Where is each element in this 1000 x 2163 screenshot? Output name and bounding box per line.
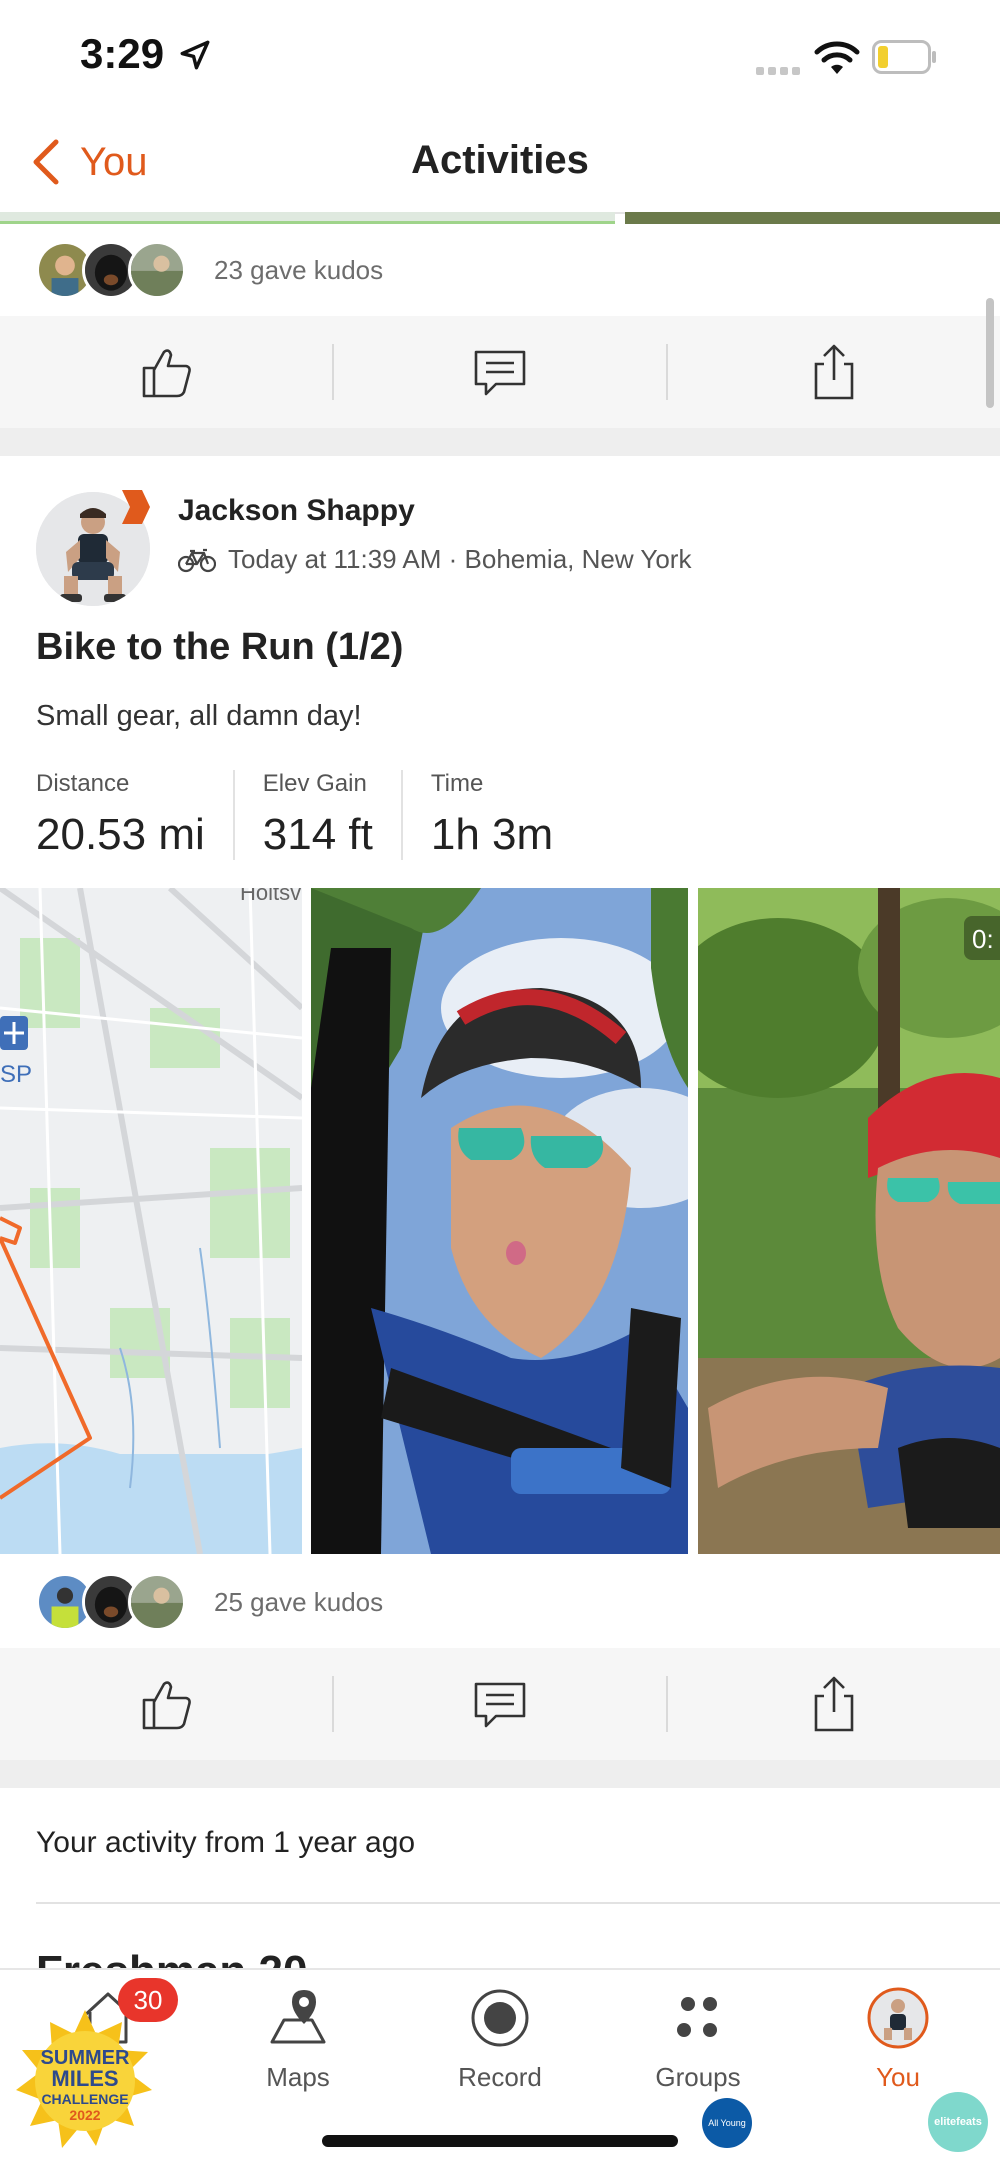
tab-groups[interactable]: Groups: [618, 1986, 778, 2093]
share-button[interactable]: [668, 1648, 1000, 1760]
home-indicator[interactable]: [322, 2135, 678, 2147]
divider: [36, 1902, 1000, 1904]
share-button[interactable]: [668, 316, 1000, 428]
tab-maps[interactable]: Maps: [218, 1986, 378, 2093]
avatar: [128, 241, 186, 299]
elitefeats-logo: elitefeats: [928, 2092, 988, 2152]
comment-icon: [474, 350, 526, 396]
comment-icon: [474, 1682, 526, 1728]
activity-photo-1[interactable]: [311, 888, 688, 1554]
stat-label: Time: [430, 770, 484, 797]
thumbs-up-icon: [142, 349, 191, 398]
subscriber-badge-icon: [122, 490, 150, 524]
media-carousel[interactable]: SP Holtsv 0:: [0, 888, 1000, 1554]
sponsor-logo: All Young Foods: [702, 2098, 752, 2148]
activity-title[interactable]: Bike to the Run (1/2): [36, 626, 403, 669]
status-bar: 3:29: [0, 0, 1000, 110]
notification-badge: 30: [118, 1978, 178, 2022]
cellular-signal-icon: [756, 62, 804, 80]
tab-label: Groups: [655, 2062, 741, 2092]
kudos-avatars: [36, 241, 186, 299]
memory-activity-title[interactable]: Freshman 20: [36, 1950, 307, 1970]
scrollbar[interactable]: [986, 298, 994, 408]
stat-label: Elev Gain: [262, 770, 367, 797]
wifi-icon: [814, 41, 860, 74]
page-title: Activities: [411, 138, 589, 182]
stat-elev-gain: Elev Gain 314 ft: [263, 770, 403, 860]
stat-value: 1h 3m: [430, 810, 554, 859]
challenge-badge[interactable]: SUMMER MILES CHALLENGE 2022: [10, 2006, 160, 2156]
kudos-avatars: [36, 1573, 186, 1631]
stat-distance: Distance 20.53 mi: [36, 770, 235, 860]
location-arrow-icon: [180, 40, 210, 70]
kudos-count: 25 gave kudos: [214, 1586, 384, 1617]
feed-separator: [0, 1760, 1000, 1788]
kudos-button[interactable]: [0, 1648, 332, 1760]
activity-meta: Today at 11:39 AM · Bohemia, New York: [178, 544, 691, 575]
tab-label: Maps: [266, 2062, 330, 2092]
activity-time-location: Today at 11:39 AM · Bohemia, New York: [228, 544, 692, 574]
tab-bar: SUMMER MILES CHALLENGE 2022 30 Maps Reco…: [0, 1968, 1000, 2163]
svg-text:MILES: MILES: [51, 2066, 118, 2091]
route-map[interactable]: SP Holtsv: [0, 888, 302, 1554]
feed-separator: [0, 428, 1000, 456]
previous-action-bar: [0, 316, 1000, 428]
share-icon: [814, 344, 854, 400]
comment-button[interactable]: [334, 1648, 666, 1760]
record-icon: [471, 1989, 529, 2047]
previous-kudos-row[interactable]: 23 gave kudos: [36, 240, 383, 300]
svg-text:CHALLENGE: CHALLENGE: [41, 2091, 128, 2107]
activity-video[interactable]: 0:: [698, 888, 1000, 1554]
tab-label: Record: [458, 2062, 542, 2092]
profile-avatar: [867, 1987, 929, 2049]
memory-heading[interactable]: Your activity from 1 year ago: [36, 1826, 415, 1860]
tab-record[interactable]: Record: [420, 1986, 580, 2093]
activity-description: Small gear, all damn day!: [36, 700, 362, 732]
thumbs-up-icon: [142, 1681, 191, 1730]
battery-icon: [872, 40, 936, 74]
stat-label: Distance: [36, 770, 130, 797]
comment-button[interactable]: [334, 316, 666, 428]
avatar: [128, 1573, 186, 1631]
svg-text:2022: 2022: [69, 2107, 100, 2123]
tab-label: You: [876, 2062, 920, 2092]
kudos-button[interactable]: [0, 316, 332, 428]
kudos-count: 23 gave kudos: [214, 254, 384, 285]
groups-icon: [677, 1997, 717, 2037]
activity-action-bar: [0, 1648, 1000, 1760]
activity-stats: Distance 20.53 mi Elev Gain 314 ft Time …: [36, 770, 609, 860]
video-duration-badge: 0:: [964, 916, 1000, 960]
bike-icon: [178, 548, 216, 572]
previous-activity-media[interactable]: [0, 212, 1000, 224]
map-label-town: Holtsv: [240, 888, 301, 905]
maps-icon: [270, 1990, 326, 2044]
activity-kudos-row[interactable]: 25 gave kudos: [36, 1572, 383, 1632]
stat-value: 314 ft: [262, 810, 373, 859]
tab-you[interactable]: You: [818, 1986, 978, 2093]
status-time: 3:29: [80, 30, 165, 77]
map-label-airport: SP: [0, 1061, 32, 1088]
athlete-name[interactable]: Jackson Shappy: [178, 494, 415, 528]
stat-value: 20.53 mi: [36, 810, 205, 859]
stat-time: Time 1h 3m: [431, 770, 581, 860]
share-icon: [814, 1676, 854, 1732]
nav-header: You Activities: [0, 110, 1000, 214]
